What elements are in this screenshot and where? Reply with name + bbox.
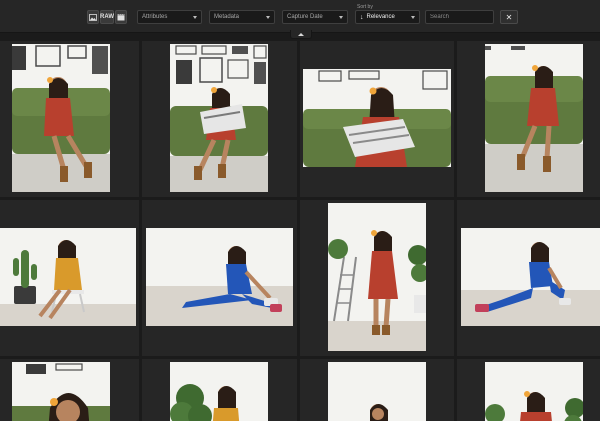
chevron-down-icon: [339, 16, 343, 19]
sort-dropdown[interactable]: ↓ Relevance: [355, 10, 420, 24]
grid-cell[interactable]: [457, 359, 600, 421]
clear-filters-button[interactable]: ✕: [500, 10, 518, 24]
photo-image: [461, 228, 600, 326]
photo-thumbnail[interactable]: [485, 44, 583, 192]
close-icon: ✕: [505, 12, 513, 22]
photo-thumbnail[interactable]: [328, 203, 426, 351]
photo-image: [485, 44, 583, 192]
photo-thumbnail[interactable]: [461, 228, 600, 326]
filter-raw-label: RAW: [100, 14, 114, 20]
image-icon: [89, 13, 97, 21]
photo-image: [303, 69, 451, 167]
chevron-down-icon: [193, 16, 197, 19]
collapse-filter-bar-button[interactable]: [290, 30, 312, 39]
filter-bar: RAW Attributes Metadata Capture Date Sor…: [0, 0, 600, 33]
filter-raw-button[interactable]: RAW: [100, 10, 114, 24]
photo-image: [0, 228, 136, 326]
capture-date-dropdown[interactable]: Capture Date: [282, 10, 348, 24]
grid-cell[interactable]: [0, 41, 139, 197]
grid-cell[interactable]: [142, 359, 297, 421]
photo-image: [12, 362, 110, 421]
photo-image: [12, 44, 110, 192]
photo-thumbnail[interactable]: [12, 362, 110, 421]
photo-image: [485, 362, 583, 421]
grid-cell[interactable]: [142, 41, 297, 197]
search-input[interactable]: [425, 10, 494, 24]
photo-image: [328, 362, 426, 421]
photo-image: [170, 44, 268, 192]
grid-cell[interactable]: [300, 359, 454, 421]
photo-image: [170, 362, 268, 421]
grid-cell[interactable]: [457, 41, 600, 197]
photo-thumbnail[interactable]: [170, 362, 268, 421]
metadata-label: Metadata: [214, 14, 240, 20]
grid-cell[interactable]: [0, 359, 139, 421]
filter-photos-button[interactable]: [87, 10, 99, 24]
sort-value: Relevance: [366, 14, 395, 20]
sort-arrow-down-icon: ↓: [360, 13, 364, 21]
grid-cell[interactable]: [0, 200, 139, 356]
photo-thumbnail[interactable]: [0, 228, 136, 326]
photo-image: [146, 228, 293, 326]
filter-video-button[interactable]: [115, 10, 127, 24]
grid-cell[interactable]: [300, 200, 454, 356]
photo-image: [328, 203, 426, 351]
photo-grid: [0, 41, 600, 421]
grid-cell[interactable]: [142, 200, 297, 356]
attributes-dropdown[interactable]: Attributes: [137, 10, 202, 24]
metadata-dropdown[interactable]: Metadata: [209, 10, 275, 24]
video-icon: [117, 13, 125, 20]
photo-thumbnail[interactable]: [146, 228, 293, 326]
attributes-label: Attributes: [142, 14, 168, 20]
photo-thumbnail[interactable]: [328, 362, 426, 421]
photo-thumbnail[interactable]: [303, 69, 451, 167]
photo-thumbnail[interactable]: [12, 44, 110, 192]
photo-thumbnail[interactable]: [170, 44, 268, 192]
grid-cell[interactable]: [300, 41, 454, 197]
chevron-down-icon: [411, 16, 415, 19]
chevron-up-icon: [298, 32, 304, 36]
photo-thumbnail[interactable]: [485, 362, 583, 421]
chevron-down-icon: [266, 16, 270, 19]
capture-date-label: Capture Date: [287, 14, 323, 20]
grid-cell[interactable]: [457, 200, 600, 356]
